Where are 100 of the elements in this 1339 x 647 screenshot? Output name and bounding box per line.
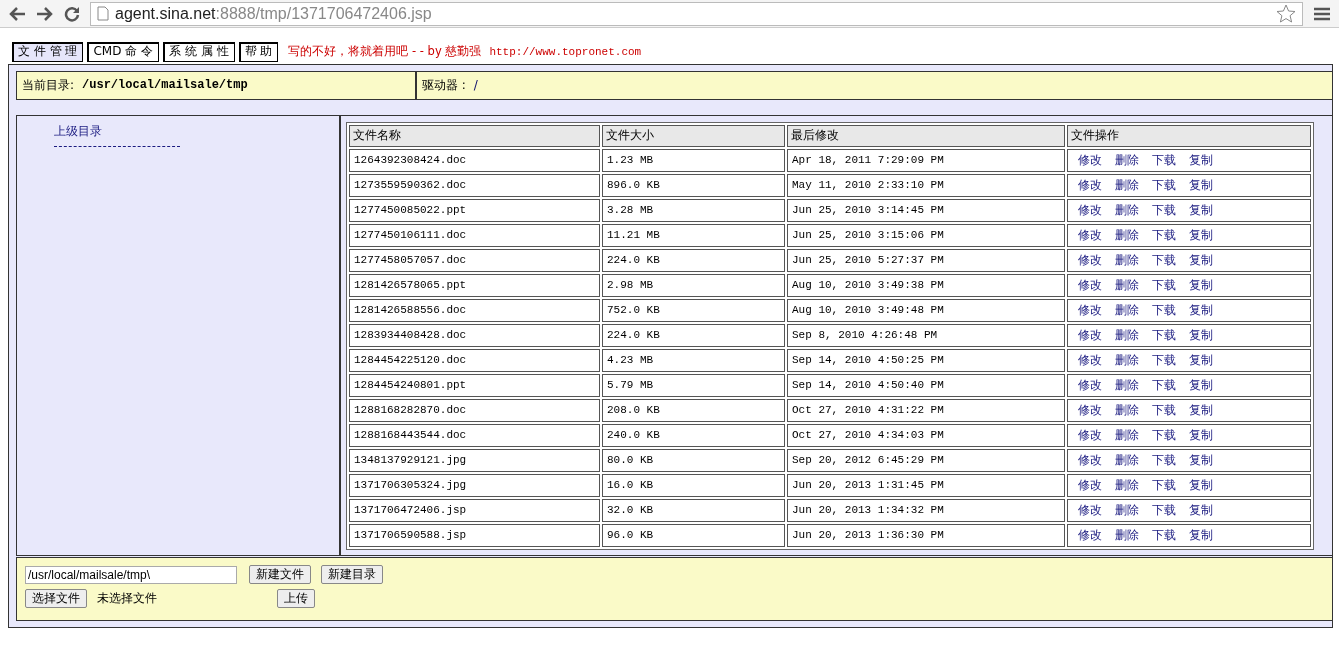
file-action-link[interactable]: 复制 bbox=[1189, 277, 1213, 292]
file-action-link[interactable]: 下载 bbox=[1152, 202, 1176, 217]
file-action-link[interactable]: 修改 bbox=[1078, 252, 1102, 267]
file-action-link[interactable]: 修改 bbox=[1078, 227, 1102, 242]
address-bar[interactable]: agent.sina.net:8888/tmp/1371706472406.jsp bbox=[90, 1, 1303, 26]
file-size-cell: 80.0 KB bbox=[602, 448, 785, 472]
file-action-link[interactable]: 删除 bbox=[1115, 152, 1139, 167]
file-action-link[interactable]: 下载 bbox=[1152, 527, 1176, 542]
file-action-link[interactable]: 删除 bbox=[1115, 452, 1139, 467]
file-action-link[interactable]: 修改 bbox=[1078, 327, 1102, 342]
file-action-link[interactable]: 下载 bbox=[1152, 402, 1176, 417]
file-size-cell: 5.79 MB bbox=[602, 373, 785, 397]
file-action-link[interactable]: 修改 bbox=[1078, 277, 1102, 292]
file-action-link[interactable]: 下载 bbox=[1152, 302, 1176, 317]
file-name-cell: 1348137929121.jpg bbox=[349, 448, 600, 472]
file-name-cell: 1371706590588.jsp bbox=[349, 523, 600, 547]
file-name-cell: 1284454240801.ppt bbox=[349, 373, 600, 397]
file-action-link[interactable]: 删除 bbox=[1115, 177, 1139, 192]
file-action-link[interactable]: 删除 bbox=[1115, 502, 1139, 517]
back-icon[interactable] bbox=[8, 5, 26, 22]
file-name-cell: 1371706472406.jsp bbox=[349, 498, 600, 522]
file-action-link[interactable]: 复制 bbox=[1189, 402, 1213, 417]
file-action-link[interactable]: 复制 bbox=[1189, 152, 1213, 167]
reload-icon[interactable] bbox=[64, 5, 80, 22]
drive-value: / bbox=[473, 78, 478, 93]
file-name-cell: 1277450085022.ppt bbox=[349, 198, 600, 222]
file-action-link[interactable]: 删除 bbox=[1115, 302, 1139, 317]
file-action-link[interactable]: 下载 bbox=[1152, 502, 1176, 517]
file-action-link[interactable]: 复制 bbox=[1189, 177, 1213, 192]
file-action-link[interactable]: 下载 bbox=[1152, 377, 1176, 392]
path-input[interactable]: /usr/local/mailsale/tmp\ bbox=[25, 565, 237, 584]
file-action-link[interactable]: 复制 bbox=[1189, 527, 1213, 542]
file-action-link[interactable]: 删除 bbox=[1115, 227, 1139, 242]
menu-tab[interactable]: CMD 命 令 bbox=[87, 41, 160, 62]
file-action-link[interactable]: 下载 bbox=[1152, 327, 1176, 342]
file-action-link[interactable]: 修改 bbox=[1078, 352, 1102, 367]
file-action-link[interactable]: 删除 bbox=[1115, 252, 1139, 267]
file-action-link[interactable]: 修改 bbox=[1078, 502, 1102, 517]
file-size-cell: 224.0 KB bbox=[602, 248, 785, 272]
file-action-link[interactable]: 修改 bbox=[1078, 477, 1102, 492]
file-action-link[interactable]: 复制 bbox=[1189, 252, 1213, 267]
file-size-cell: 2.98 MB bbox=[602, 273, 785, 297]
modified-date-cell: Jun 25, 2010 5:27:37 PM bbox=[787, 248, 1065, 272]
file-action-link[interactable]: 修改 bbox=[1078, 152, 1102, 167]
upload-button[interactable]: 上传 bbox=[277, 589, 315, 608]
file-action-link[interactable]: 删除 bbox=[1115, 527, 1139, 542]
menu-tab[interactable]: 帮 助 bbox=[238, 41, 279, 62]
file-action-link[interactable]: 复制 bbox=[1189, 427, 1213, 442]
website-link[interactable]: http://www.topronet.com bbox=[489, 45, 642, 58]
file-action-link[interactable]: 下载 bbox=[1152, 427, 1176, 442]
menu-icon[interactable] bbox=[1313, 5, 1331, 22]
modified-date-cell: Sep 14, 2010 4:50:40 PM bbox=[787, 373, 1065, 397]
file-size-cell: 752.0 KB bbox=[602, 298, 785, 322]
file-action-link[interactable]: 删除 bbox=[1115, 202, 1139, 217]
file-action-link[interactable]: 下载 bbox=[1152, 452, 1176, 467]
file-action-link[interactable]: 下载 bbox=[1152, 152, 1176, 167]
column-header: 最后修改 bbox=[787, 124, 1065, 147]
file-action-link[interactable]: 删除 bbox=[1115, 352, 1139, 367]
file-size-cell: 4.23 MB bbox=[602, 348, 785, 372]
file-action-link[interactable]: 修改 bbox=[1078, 177, 1102, 192]
file-action-link[interactable]: 复制 bbox=[1189, 302, 1213, 317]
file-action-link[interactable]: 修改 bbox=[1078, 302, 1102, 317]
file-action-link[interactable]: 复制 bbox=[1189, 452, 1213, 467]
forward-icon[interactable] bbox=[36, 5, 54, 22]
file-action-link[interactable]: 删除 bbox=[1115, 327, 1139, 342]
file-action-link[interactable]: 复制 bbox=[1189, 477, 1213, 492]
file-action-link[interactable]: 修改 bbox=[1078, 452, 1102, 467]
file-action-link[interactable]: 修改 bbox=[1078, 427, 1102, 442]
action-button[interactable]: 新建文件 bbox=[249, 565, 311, 584]
file-action-link[interactable]: 下载 bbox=[1152, 277, 1176, 292]
file-action-link[interactable]: 复制 bbox=[1189, 327, 1213, 342]
file-action-link[interactable]: 下载 bbox=[1152, 352, 1176, 367]
action-button[interactable]: 新建目录 bbox=[321, 565, 383, 584]
file-action-link[interactable]: 下载 bbox=[1152, 177, 1176, 192]
file-action-link[interactable]: 删除 bbox=[1115, 277, 1139, 292]
choose-file-button[interactable]: 选择文件 bbox=[25, 589, 87, 608]
file-action-link[interactable]: 删除 bbox=[1115, 377, 1139, 392]
file-action-link[interactable]: 修改 bbox=[1078, 402, 1102, 417]
file-action-link[interactable]: 删除 bbox=[1115, 402, 1139, 417]
parent-directory-link[interactable]: 上级目录 bbox=[54, 123, 102, 138]
file-action-link[interactable]: 复制 bbox=[1189, 502, 1213, 517]
file-action-link[interactable]: 下载 bbox=[1152, 227, 1176, 242]
file-action-link[interactable]: 修改 bbox=[1078, 202, 1102, 217]
menu-tab[interactable]: 系 统 属 性 bbox=[163, 41, 235, 62]
star-icon[interactable] bbox=[1276, 3, 1296, 24]
file-action-link[interactable]: 下载 bbox=[1152, 252, 1176, 267]
modified-date-cell: Jun 25, 2010 3:15:06 PM bbox=[787, 223, 1065, 247]
file-action-link[interactable]: 删除 bbox=[1115, 427, 1139, 442]
page-icon bbox=[97, 6, 109, 21]
modified-date-cell: Sep 14, 2010 4:50:25 PM bbox=[787, 348, 1065, 372]
file-action-link[interactable]: 复制 bbox=[1189, 202, 1213, 217]
file-action-link[interactable]: 修改 bbox=[1078, 527, 1102, 542]
file-action-link[interactable]: 复制 bbox=[1189, 352, 1213, 367]
modified-date-cell: Aug 10, 2010 3:49:38 PM bbox=[787, 273, 1065, 297]
file-action-link[interactable]: 复制 bbox=[1189, 377, 1213, 392]
file-action-link[interactable]: 下载 bbox=[1152, 477, 1176, 492]
file-action-link[interactable]: 删除 bbox=[1115, 477, 1139, 492]
file-action-link[interactable]: 修改 bbox=[1078, 377, 1102, 392]
file-action-link[interactable]: 复制 bbox=[1189, 227, 1213, 242]
menu-tab[interactable]: 文 件 管 理 bbox=[12, 41, 84, 62]
